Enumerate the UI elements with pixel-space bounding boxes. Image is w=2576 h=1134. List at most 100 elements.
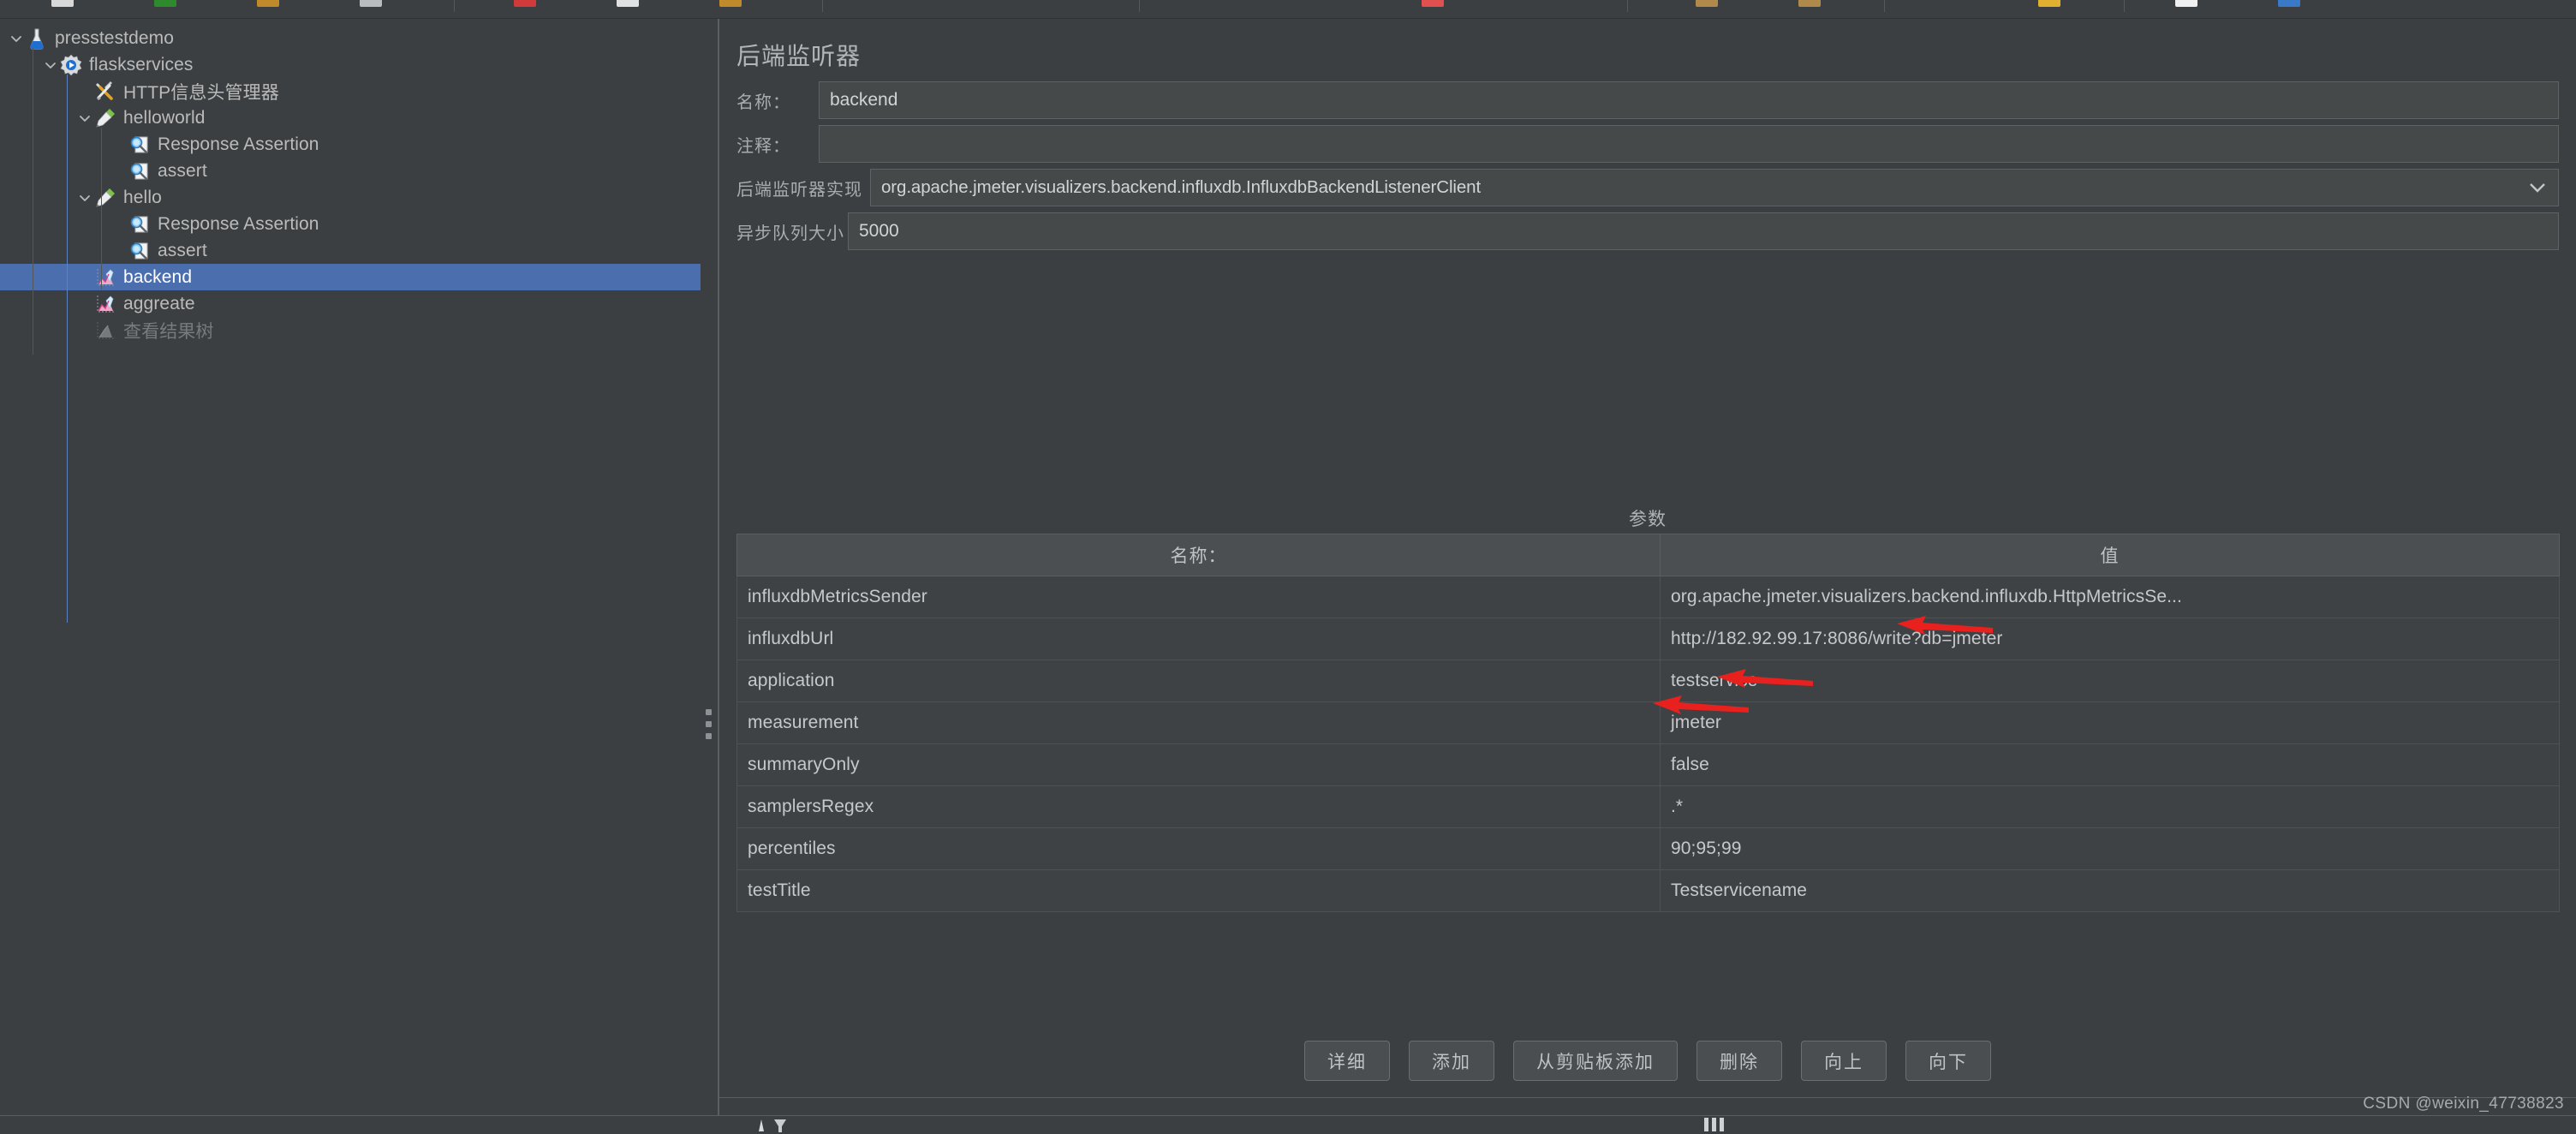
tree-item-http信息头管理器[interactable]: HTTP信息头管理器 bbox=[0, 78, 701, 104]
toolbar bbox=[0, 0, 2576, 19]
tree-item-assert[interactable]: assert bbox=[0, 158, 701, 184]
assertion-icon bbox=[128, 213, 151, 236]
table-header-row: 名称：值 bbox=[736, 534, 2560, 576]
implementation-select[interactable]: org.apache.jmeter.visualizers.backend.in… bbox=[870, 169, 2559, 206]
table-row[interactable]: samplersRegex .* bbox=[736, 785, 2560, 828]
comment-input[interactable] bbox=[819, 125, 2559, 163]
open-folder-icon[interactable] bbox=[257, 0, 279, 7]
param-value-cell[interactable]: 90;95;99 bbox=[1660, 827, 2560, 870]
copy-icon[interactable] bbox=[617, 0, 639, 7]
param-value-cell[interactable]: jmeter bbox=[1660, 701, 2560, 744]
button-4[interactable]: 向上 bbox=[1801, 1041, 1887, 1081]
tree-item-查看结果树[interactable]: 查看结果树 bbox=[0, 317, 701, 343]
param-name-cell[interactable]: testTitle bbox=[736, 869, 1661, 912]
param-name-cell[interactable]: influxdbMetricsSender bbox=[736, 576, 1661, 618]
chevron-down-icon[interactable] bbox=[2529, 177, 2546, 198]
test-plan-tree-panel[interactable]: presstestdemo flaskservices HTTP信息头管理器 h… bbox=[0, 19, 701, 1115]
param-name-cell[interactable]: percentiles bbox=[736, 827, 1661, 870]
button-1[interactable]: 添加 bbox=[1409, 1041, 1494, 1081]
param-name-cell[interactable]: measurement bbox=[736, 701, 1661, 744]
table-row[interactable]: application testservice bbox=[736, 660, 2560, 702]
comment-row: 注释： bbox=[736, 125, 2559, 163]
chevron-down-icon[interactable] bbox=[7, 29, 26, 48]
button-2[interactable]: 从剪贴板添加 bbox=[1513, 1041, 1678, 1081]
implementation-label: 后端监听器实现 bbox=[736, 180, 862, 200]
tree-item-label: HTTP信息头管理器 bbox=[123, 82, 279, 103]
thread-group-icon bbox=[60, 54, 82, 76]
table-header-value[interactable]: 值 bbox=[1660, 534, 2560, 576]
http-sampler-icon bbox=[94, 107, 116, 129]
table-row[interactable]: percentiles 90;95;99 bbox=[736, 827, 2560, 870]
chevron-down-icon[interactable] bbox=[75, 188, 94, 207]
tree-item-label: Response Assertion bbox=[158, 213, 319, 234]
table-row[interactable]: summaryOnly false bbox=[736, 743, 2560, 786]
tree-item-flaskservices[interactable]: flaskservices bbox=[0, 51, 701, 78]
tree-item-backend[interactable]: backend bbox=[0, 264, 701, 290]
assertion-icon bbox=[128, 160, 151, 182]
tree-item-aggreate[interactable]: aggreate bbox=[0, 290, 701, 317]
expand-icon[interactable] bbox=[1696, 0, 1718, 7]
collapse-icon[interactable] bbox=[1798, 0, 1821, 7]
name-label: 名称： bbox=[736, 93, 790, 112]
listener-icon bbox=[94, 293, 116, 315]
tree-item-label: 查看结果树 bbox=[123, 321, 214, 342]
param-value-cell[interactable]: Testservicename bbox=[1660, 869, 2560, 912]
table-row[interactable]: testTitle Testservicename bbox=[736, 869, 2560, 912]
chevron-down-icon[interactable] bbox=[41, 56, 60, 75]
tree-item-label: assert bbox=[158, 160, 207, 181]
split-divider[interactable] bbox=[701, 19, 719, 1115]
tree-item-label: flaskservices bbox=[89, 54, 194, 75]
tree-item-presstestdemo[interactable]: presstestdemo bbox=[0, 25, 701, 51]
table-row[interactable]: influxdbUrl http://182.92.99.17:8086/writ… bbox=[736, 618, 2560, 660]
tree-item-label: helloworld bbox=[123, 107, 206, 128]
param-value-cell[interactable]: http://182.92.99.17:8086/write?db=jmeter bbox=[1660, 618, 2560, 660]
paste-icon[interactable] bbox=[719, 0, 742, 7]
param-name-cell[interactable]: summaryOnly bbox=[736, 743, 1661, 786]
button-0[interactable]: 详细 bbox=[1304, 1041, 1390, 1081]
tree-item-assert[interactable]: assert bbox=[0, 237, 701, 264]
queue-size-input[interactable]: 5000 bbox=[848, 212, 2559, 250]
table-header-name[interactable]: 名称： bbox=[736, 534, 1661, 576]
queue-size-row: 异步队列大小 5000 bbox=[736, 212, 2559, 250]
save-icon[interactable] bbox=[360, 0, 382, 7]
test-plan-tree[interactable]: presstestdemo flaskservices HTTP信息头管理器 h… bbox=[0, 19, 701, 623]
new-icon[interactable] bbox=[51, 0, 74, 7]
assertion-icon bbox=[128, 134, 151, 156]
split-grip-icon[interactable] bbox=[706, 709, 713, 745]
listener-grey-icon bbox=[94, 319, 116, 342]
header-manager-icon bbox=[94, 81, 116, 103]
tree-item-response-assertion[interactable]: Response Assertion bbox=[0, 131, 701, 158]
table-row[interactable]: influxdbMetricsSender org.apache.jmeter.v… bbox=[736, 576, 2560, 618]
param-value-cell[interactable]: .* bbox=[1660, 785, 2560, 828]
chevron-down-icon[interactable] bbox=[75, 109, 94, 128]
tree-item-response-assertion[interactable]: Response Assertion bbox=[0, 211, 701, 237]
tree-item-hello[interactable]: hello bbox=[0, 184, 701, 211]
button-5[interactable]: 向下 bbox=[1905, 1041, 1991, 1081]
param-value-cell[interactable]: org.apache.jmeter.visualizers.backend.in… bbox=[1660, 576, 2560, 618]
toolbar-separator bbox=[2124, 0, 2125, 12]
status-threads-icon bbox=[1704, 1118, 1724, 1131]
tree-item-label: presstestdemo bbox=[55, 27, 175, 48]
table-body[interactable]: influxdbMetricsSender org.apache.jmeter.v… bbox=[736, 576, 2560, 912]
parameters-table[interactable]: 名称：值 influxdbMetricsSender org.apache.jme… bbox=[736, 534, 2560, 912]
open-template-icon[interactable] bbox=[154, 0, 176, 7]
start-icon[interactable] bbox=[2175, 0, 2197, 7]
param-name-cell[interactable]: influxdbUrl bbox=[736, 618, 1661, 660]
param-value-cell[interactable]: testservice bbox=[1660, 660, 2560, 702]
param-value-cell[interactable]: false bbox=[1660, 743, 2560, 786]
table-row[interactable]: measurement jmeter bbox=[736, 701, 2560, 744]
param-name-cell[interactable]: samplersRegex bbox=[736, 785, 1661, 828]
toolbar-separator bbox=[822, 0, 823, 12]
param-name-cell[interactable]: application bbox=[736, 660, 1661, 702]
name-input[interactable]: backend bbox=[819, 81, 2559, 119]
cut-icon[interactable] bbox=[514, 0, 536, 7]
button-3[interactable]: 删除 bbox=[1696, 1041, 1782, 1081]
toggle-icon[interactable] bbox=[2038, 0, 2060, 7]
tree-item-helloworld[interactable]: helloworld bbox=[0, 104, 701, 131]
clear-icon[interactable] bbox=[1422, 0, 1444, 7]
start-no-pause-icon[interactable] bbox=[2278, 0, 2300, 7]
parameter-actions[interactable]: 详细 添加 从剪贴板添加 删除 向上 向下 bbox=[719, 1041, 2576, 1081]
